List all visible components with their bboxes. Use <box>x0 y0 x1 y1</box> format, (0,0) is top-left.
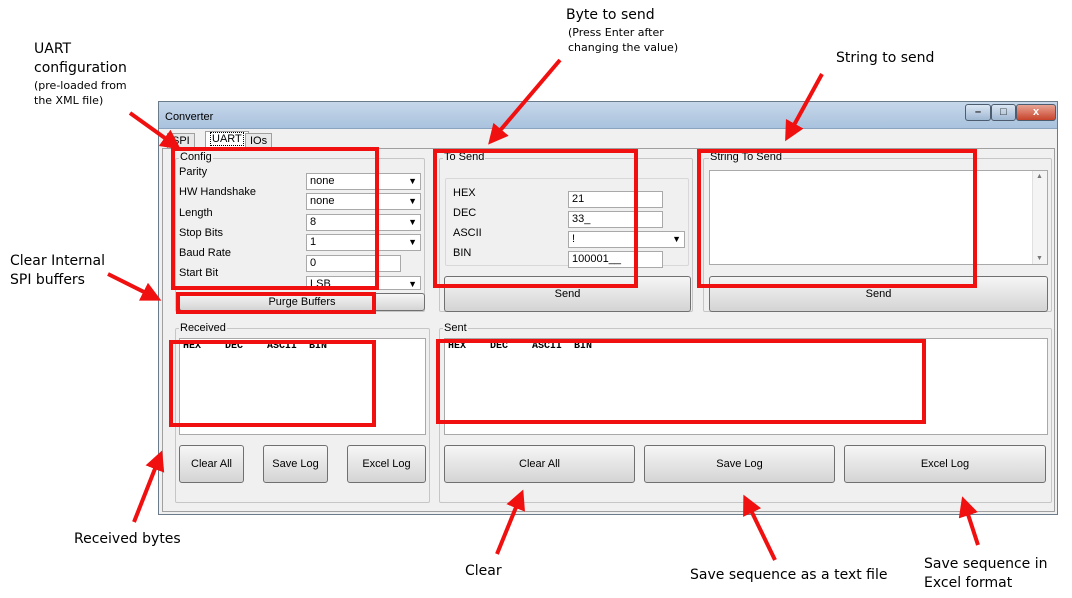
callout-clear-spi: Clear Internal SPI buffers <box>10 252 105 290</box>
callout-uart-config-sub1: (pre-loaded from <box>34 79 127 92</box>
callout-clear: Clear <box>465 563 502 579</box>
hw-handshake-select[interactable]: none ▼ <box>306 193 421 210</box>
send-byte-button[interactable]: Send <box>444 276 691 312</box>
bin-label: BIN <box>453 247 472 259</box>
tab-ios[interactable]: IOs <box>245 133 273 148</box>
callout-clear-spi-line1: Clear Internal <box>10 253 106 269</box>
hex-input[interactable]: 21 <box>568 191 663 208</box>
ascii-value: ! <box>572 233 576 245</box>
callout-byte-to-send-title: Byte to send <box>566 7 655 23</box>
scroll-up-icon[interactable]: ▲ <box>1036 173 1043 180</box>
callout-save-excel-line1: Save sequence in <box>924 556 1048 572</box>
arrow-received <box>132 450 165 523</box>
callout-uart-config-sub2: the XML file) <box>34 94 104 107</box>
title-bar: Converter – □ x <box>159 102 1057 129</box>
chevron-down-icon: ▼ <box>408 176 417 186</box>
purge-buffers-button[interactable]: Purge Buffers <box>179 293 425 311</box>
callout-byte-to-send-sub2: changing the value) <box>568 41 679 54</box>
callout-save-excel-line2: Excel format <box>924 575 1013 591</box>
start-bit-label: Start Bit <box>179 267 219 279</box>
config-group-label: Config <box>179 151 213 163</box>
stop-bits-select[interactable]: 1 ▼ <box>306 234 421 251</box>
maximize-button[interactable]: □ <box>991 104 1016 121</box>
stop-bits-label: Stop Bits <box>179 227 224 239</box>
parity-select[interactable]: none ▼ <box>306 173 421 190</box>
callout-save-text: Save sequence as a text file <box>690 567 888 583</box>
received-clear-all-button[interactable]: Clear All <box>179 445 244 483</box>
callout-clear-spi-line2: SPI buffers <box>10 272 85 288</box>
close-button[interactable]: x <box>1016 104 1056 121</box>
callout-uart-config: UART configuration (pre-loaded from the … <box>34 40 127 108</box>
received-log[interactable]: HEX DEC ASCII BIN <box>179 338 426 435</box>
window-body: SPI UART IOs Config Parity none ▼ HW Hand… <box>159 129 1057 514</box>
parity-value: none <box>310 175 335 187</box>
sent-clear-all-button[interactable]: Clear All <box>444 445 635 483</box>
vertical-scrollbar[interactable]: ▲ ▼ <box>1032 171 1047 264</box>
hw-handshake-label: HW Handshake <box>179 186 257 198</box>
callout-byte-to-send-sub1: (Press Enter after <box>568 26 664 39</box>
callout-uart-config-line1: UART <box>34 41 72 57</box>
chevron-down-icon: ▼ <box>408 217 417 227</box>
arrow-clear-spi <box>107 272 162 301</box>
bin-input[interactable]: 100001__ <box>568 251 663 268</box>
to-send-group-label: To Send <box>443 151 486 163</box>
tab-uart[interactable]: UART <box>205 131 249 148</box>
converter-window: Converter – □ x SPI UART IOs Config Pari… <box>158 101 1058 515</box>
hex-label: HEX <box>453 187 476 199</box>
received-save-log-button[interactable]: Save Log <box>263 445 328 483</box>
parity-label: Parity <box>179 166 208 178</box>
stop-bits-value: 1 <box>310 236 317 248</box>
chevron-down-icon: ▼ <box>408 237 417 247</box>
callout-string-to-send: String to send <box>836 50 935 66</box>
sent-log-header: HEX DEC ASCII BIN <box>448 341 593 352</box>
tab-panel-uart: Config Parity none ▼ HW Handshake none ▼ L… <box>162 148 1055 512</box>
sent-excel-log-button[interactable]: Excel Log <box>844 445 1046 483</box>
string-to-send-textarea[interactable]: ▲ ▼ <box>709 170 1048 265</box>
dec-label: DEC <box>453 207 477 219</box>
received-group-label: Received <box>179 322 227 334</box>
callout-received-bytes: Received bytes <box>74 531 181 547</box>
hw-handshake-value: none <box>310 195 335 207</box>
callout-uart-config-line2: configuration <box>34 60 127 76</box>
dec-input[interactable]: 33_ <box>568 211 663 228</box>
chevron-down-icon: ▼ <box>408 196 417 206</box>
window-title: Converter <box>165 111 214 123</box>
tab-spi[interactable]: SPI <box>167 133 195 148</box>
chevron-down-icon: ▼ <box>408 279 417 289</box>
send-string-button[interactable]: Send <box>709 276 1048 312</box>
received-log-header: HEX DEC ASCII BIN <box>183 341 328 352</box>
sent-save-log-button[interactable]: Save Log <box>644 445 835 483</box>
baud-rate-input[interactable]: 0 <box>306 255 401 272</box>
received-excel-log-button[interactable]: Excel Log <box>347 445 426 483</box>
baud-rate-label: Baud Rate <box>179 247 231 259</box>
length-value: 8 <box>310 216 317 228</box>
start-bit-value: LSB <box>310 278 331 290</box>
length-label: Length <box>179 207 213 219</box>
tab-uart-label: UART <box>210 132 244 146</box>
callout-save-excel: Save sequence in Excel format <box>924 555 1048 593</box>
scroll-down-icon[interactable]: ▼ <box>1036 255 1043 262</box>
sent-group-label: Sent <box>443 322 468 334</box>
chevron-down-icon: ▼ <box>672 234 681 244</box>
minimize-button[interactable]: – <box>965 104 991 121</box>
start-bit-select[interactable]: LSB ▼ <box>306 276 421 290</box>
length-select[interactable]: 8 ▼ <box>306 214 421 231</box>
ascii-select[interactable]: ! ▼ <box>568 231 685 248</box>
string-to-send-group-label: String To Send <box>709 151 783 163</box>
sent-log[interactable]: HEX DEC ASCII BIN <box>444 338 1048 435</box>
callout-byte-to-send: Byte to send (Press Enter after changing… <box>566 6 678 55</box>
ascii-label: ASCII <box>453 227 482 239</box>
